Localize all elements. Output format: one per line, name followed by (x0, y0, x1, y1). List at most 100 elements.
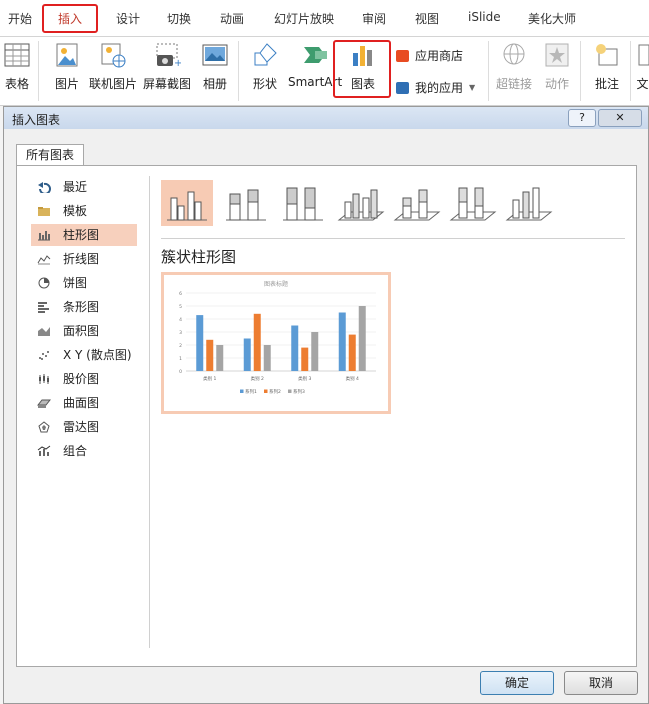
chart-category-stock-chart[interactable]: 股价图 (31, 368, 137, 390)
my-apps-button[interactable]: 我的应用 ▼ (396, 79, 486, 96)
chart-category-label: 模板 (63, 204, 88, 218)
shapes-label: 形状 (252, 77, 277, 91)
comment-icon (596, 44, 618, 66)
action-button[interactable]: 动作 (540, 41, 574, 92)
tab-view[interactable]: 视图 (415, 10, 439, 27)
bar (216, 345, 224, 371)
chart-category-area-chart[interactable]: 面积图 (31, 320, 137, 342)
screenshot-button[interactable]: + 屏幕截图 (142, 41, 192, 92)
y-tick-label: 1 (179, 356, 182, 362)
dialog-titlebar: 插入图表 ? ✕ (4, 107, 648, 129)
x-tick-label: 类别 3 (298, 375, 311, 382)
ok-button[interactable]: 确定 (480, 671, 554, 695)
percent-stacked-column-icon (283, 187, 323, 221)
3d-column-subtype[interactable] (503, 180, 555, 226)
app-store-label: 应用商店 (415, 49, 464, 63)
tab-transitions[interactable]: 切换 (167, 10, 191, 27)
scatter-chart-icon (39, 351, 49, 360)
separator (38, 41, 39, 101)
legend-label: 系列2 (269, 388, 281, 395)
tab-home[interactable]: 开始 (8, 10, 32, 27)
chart-subtype-title: 簇状柱形图 (161, 248, 237, 266)
3d-clustered-column-subtype[interactable] (335, 180, 387, 226)
clustered-column-icon (167, 191, 207, 221)
apps-icon (396, 81, 409, 94)
y-tick-label: 4 (179, 317, 182, 323)
separator (580, 41, 581, 101)
bar-chart-icon (38, 302, 49, 313)
line-chart-icon (37, 255, 51, 265)
chart-category-label: 股价图 (63, 372, 100, 386)
3d-percent-stacked-column-subtype[interactable] (447, 180, 499, 226)
chart-category-pie-chart[interactable]: 饼图 (31, 272, 137, 294)
bar (291, 325, 299, 371)
bar (311, 332, 319, 371)
stacked-column-subtype[interactable] (220, 180, 272, 226)
my-apps-label: 我的应用 (415, 81, 464, 95)
hyperlink-label: 超链接 (495, 77, 532, 91)
close-button[interactable]: ✕ (598, 109, 642, 127)
album-label: 相册 (202, 77, 227, 91)
x-tick-label: 类别 2 (251, 375, 264, 382)
separator (630, 41, 631, 101)
tab-islide[interactable]: iSlide (468, 10, 501, 24)
help-button[interactable]: ? (568, 109, 596, 127)
y-tick-label: 6 (179, 291, 182, 297)
comment-button[interactable]: 批注 (590, 41, 624, 92)
tab-review[interactable]: 审阅 (362, 10, 386, 27)
legend-swatch (264, 389, 268, 393)
shapes-icon (254, 43, 277, 66)
camera-icon: + (156, 43, 181, 69)
stacked-column-icon (226, 189, 266, 221)
hyperlink-button[interactable]: 超链接 (494, 41, 534, 92)
chart-button-highlight (333, 40, 391, 98)
table-button[interactable]: 表格 (2, 41, 32, 92)
tab-design[interactable]: 设计 (116, 10, 140, 27)
bar (358, 306, 366, 371)
app-store-button[interactable]: 应用商店 (396, 47, 476, 64)
globe-link-icon (503, 43, 525, 65)
3d-stacked-column-subtype[interactable] (391, 180, 443, 226)
text-label: 文 (636, 77, 649, 91)
area-chart-icon (38, 327, 50, 336)
bar (196, 315, 204, 371)
tab-all-charts[interactable]: 所有图表 (16, 144, 84, 166)
percent-stacked-column-subtype[interactable] (277, 180, 329, 226)
chart-category-combo-chart[interactable]: 组合 (31, 440, 137, 462)
chart-category-radar-chart[interactable]: 雷达图 (31, 416, 137, 438)
dialog-title: 插入图表 (12, 113, 61, 127)
svg-text:+: + (174, 58, 181, 69)
chart-preview[interactable]: 图表标题 0 1 2 3 4 5 6 类别 1 类别 2 类别 3 类别 4 系列1 系列2 系列3 (161, 272, 391, 414)
chart-category-scatter-chart[interactable]: X Y (散点图) (31, 344, 137, 366)
bar (301, 347, 309, 371)
tab-beautify[interactable]: 美化大师 (528, 10, 576, 27)
bar (253, 313, 261, 371)
online-picture-button[interactable]: 联机图片 (88, 41, 138, 92)
recent-icon (38, 182, 51, 193)
album-button[interactable]: 相册 (200, 41, 230, 92)
clustered-column-subtype[interactable] (161, 180, 213, 226)
bar (243, 338, 251, 371)
insert-chart-dialog: 插入图表 ? ✕ 所有图表 最近模板柱形图 折线图 饼图 条形图 面积图 X Y (散点图… (3, 106, 649, 704)
panel-divider (149, 176, 150, 648)
tab-animations[interactable]: 动画 (220, 10, 244, 27)
legend-label: 系列3 (293, 388, 305, 395)
tab-slideshow[interactable]: 幻灯片放映 (274, 10, 334, 27)
chart-category-surface-chart[interactable]: 曲面图 (31, 392, 137, 414)
cancel-button[interactable]: 取消 (564, 671, 638, 695)
chart-category-recent[interactable]: 最近 (31, 176, 137, 198)
bar (348, 334, 356, 371)
chart-category-line-chart[interactable]: 折线图 (31, 248, 137, 270)
table-icon (4, 43, 30, 67)
shapes-button[interactable]: 形状 (250, 41, 280, 92)
star-action-icon (545, 43, 569, 67)
picture-button[interactable]: 图片 (50, 41, 84, 92)
chart-category-folder[interactable]: 模板 (31, 200, 137, 222)
chart-category-bar-chart[interactable]: 条形图 (31, 296, 137, 318)
chart-category-column-chart[interactable]: 柱形图 (31, 224, 137, 246)
chart-title: 图表标题 (264, 280, 288, 288)
tab-insert[interactable]: 插入 (42, 4, 99, 33)
chart-category-label: 最近 (63, 180, 88, 194)
text-button[interactable]: 文 (636, 41, 649, 92)
stock-chart-icon (39, 374, 49, 384)
